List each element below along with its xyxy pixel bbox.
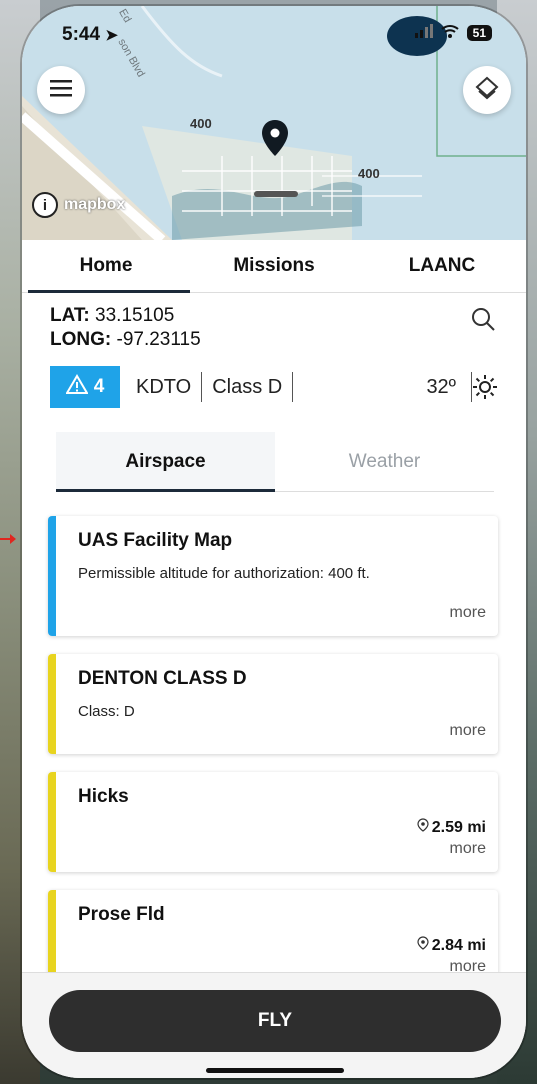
map-view[interactable]: 5:44 ➤ 51 400 400 Ed son Blvd i mapbox xyxy=(22,6,526,240)
list-item[interactable]: DENTON CLASS D Class: D more xyxy=(48,654,498,754)
card-color-bar xyxy=(48,516,56,636)
warning-count: 4 xyxy=(93,376,105,397)
airspace-class: Class D xyxy=(212,375,283,398)
lat-label: LAT: xyxy=(50,305,90,326)
distance-value: 2.84 mi xyxy=(431,936,486,954)
airspace-summary: KDTO Class D xyxy=(136,366,303,408)
altitude-label: 400 xyxy=(358,166,380,181)
card-title: DENTON CLASS D xyxy=(78,668,247,689)
status-time: 5:44 ➤ xyxy=(62,24,118,45)
long-label: LONG: xyxy=(50,329,112,350)
more-link[interactable]: more xyxy=(450,722,486,740)
menu-icon xyxy=(50,79,72,102)
divider xyxy=(201,372,203,402)
layers-icon xyxy=(474,75,500,106)
main-tabs: Home Missions LAANC xyxy=(22,240,526,293)
fly-button[interactable]: FLY xyxy=(49,990,501,1052)
status-icons: 51 xyxy=(414,24,492,42)
info-icon[interactable]: i xyxy=(32,192,58,218)
lat-value: 33.15105 xyxy=(95,305,175,326)
card-title: UAS Facility Map xyxy=(78,530,233,551)
divider xyxy=(292,372,294,402)
card-color-bar xyxy=(48,654,56,754)
list-item[interactable]: Hicks 2.59 mi more xyxy=(48,772,498,872)
red-arrow-annotation xyxy=(0,534,16,544)
map-layers-button[interactable] xyxy=(463,66,511,114)
tab-missions[interactable]: Missions xyxy=(190,240,358,292)
tab-laanc[interactable]: LAANC xyxy=(358,240,526,292)
battery-icon: 51 xyxy=(466,25,492,41)
airspace-list: UAS Facility Map Permissible altitude fo… xyxy=(48,516,498,1008)
drawer-handle[interactable] xyxy=(254,191,298,197)
map-pin-icon[interactable] xyxy=(260,118,290,163)
mapbox-attribution: i mapbox xyxy=(32,192,125,218)
airport-code: KDTO xyxy=(136,375,192,398)
tab-home[interactable]: Home xyxy=(22,240,190,293)
menu-button[interactable] xyxy=(37,66,85,114)
location-pin-icon xyxy=(417,936,429,955)
tab-airspace[interactable]: Airspace xyxy=(56,432,275,492)
mapbox-logo: mapbox xyxy=(64,196,126,213)
card-color-bar xyxy=(48,772,56,872)
home-indicator[interactable] xyxy=(206,1068,344,1073)
long-value: -97.23115 xyxy=(116,329,201,350)
wifi-icon xyxy=(440,24,459,42)
warning-icon xyxy=(64,374,89,400)
search-icon[interactable] xyxy=(470,306,496,337)
phone-screen: 5:44 ➤ 51 400 400 Ed son Blvd i mapbox H… xyxy=(22,6,526,1078)
card-distance: 2.84 mi xyxy=(417,936,486,955)
location-pin-icon xyxy=(417,818,429,837)
sun-icon xyxy=(472,374,498,405)
card-description: Class: D xyxy=(78,703,135,720)
card-description: Permissible altitude for authorization: … xyxy=(78,565,370,582)
warning-badge[interactable]: 4 xyxy=(50,366,120,408)
tab-weather[interactable]: Weather xyxy=(275,432,494,492)
card-distance: 2.59 mi xyxy=(417,818,486,837)
subtabs: Airspace Weather xyxy=(56,432,494,492)
temperature: 32º xyxy=(426,375,456,398)
more-link[interactable]: more xyxy=(450,604,486,622)
card-title: Prose Fld xyxy=(78,904,165,925)
altitude-label: 400 xyxy=(190,116,212,131)
more-link[interactable]: more xyxy=(450,840,486,858)
list-item[interactable]: UAS Facility Map Permissible altitude fo… xyxy=(48,516,498,636)
coordinates: LAT: 33.15105 LONG: -97.23115 xyxy=(50,304,201,352)
card-title: Hicks xyxy=(78,786,129,807)
distance-value: 2.59 mi xyxy=(431,818,486,836)
signal-icon xyxy=(414,24,433,42)
